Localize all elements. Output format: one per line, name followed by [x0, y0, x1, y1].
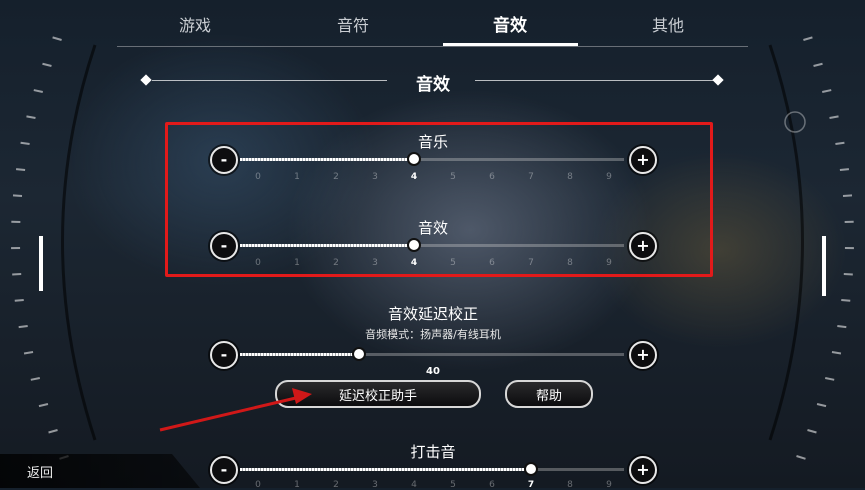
- tick-label: 3: [372, 480, 378, 490]
- back-button[interactable]: 返回: [27, 462, 53, 481]
- annotation-arrow: [0, 0, 865, 488]
- hit-sound-slider[interactable]: [240, 468, 624, 471]
- tick-label: 2: [333, 480, 339, 490]
- tick-label: 8: [567, 480, 573, 490]
- tick-label: 5: [450, 480, 456, 490]
- tick-label: 7: [528, 480, 534, 490]
- minus-icon: -: [221, 462, 228, 478]
- plus-icon: +: [636, 462, 649, 478]
- hit-sound-label: 打击音: [410, 441, 455, 462]
- slider-handle[interactable]: [524, 462, 538, 476]
- tick-label: 6: [489, 480, 495, 490]
- tick-label: 4: [411, 480, 417, 490]
- tick-label: 9: [606, 480, 612, 490]
- slider-fill: [240, 468, 531, 471]
- hit-decrease-button[interactable]: -: [210, 456, 238, 484]
- hit-increase-button[interactable]: +: [629, 456, 657, 484]
- tick-label: 1: [294, 480, 300, 490]
- tick-label: 0: [255, 480, 261, 490]
